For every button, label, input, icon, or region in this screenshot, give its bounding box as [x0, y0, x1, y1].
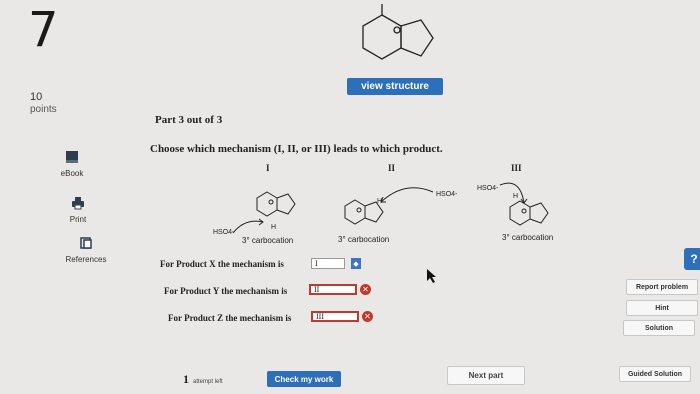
reagent-label: HSO4-: [436, 191, 458, 198]
h-label: H: [513, 193, 519, 200]
five-ring: [276, 193, 296, 215]
question-number: 7: [28, 2, 59, 58]
references-icon: [80, 237, 92, 249]
help-button[interactable]: ?: [684, 248, 700, 270]
carbocation-label: 3° carbocation: [242, 236, 294, 245]
curved-arrow: [499, 182, 525, 204]
cursor-icon: [427, 269, 436, 283]
positive-charge-icon: [521, 208, 527, 214]
next-part-button[interactable]: Next part: [447, 366, 525, 385]
positive-charge-icon: [393, 26, 401, 34]
sidebar-item-references[interactable]: References: [56, 236, 116, 264]
solution-button[interactable]: Solution: [623, 320, 695, 336]
answer-label-z: For Product Z the mechanism is: [168, 313, 292, 323]
report-problem-button[interactable]: Report problem: [626, 279, 698, 295]
five-ring: [364, 201, 384, 223]
sidebar-item-label: Print: [69, 215, 87, 224]
answer-row-x: I ◆: [311, 258, 361, 269]
positive-charge-icon: [268, 199, 274, 205]
h-label: H: [377, 198, 383, 205]
six-ring: [509, 200, 531, 226]
incorrect-icon: ✕: [360, 284, 371, 295]
printer-icon: [72, 197, 84, 210]
carbocation-label: 3° carbocation: [338, 235, 390, 244]
check-my-work-button[interactable]: Check my work: [267, 371, 341, 387]
curved-arrow: [232, 220, 264, 234]
six-ring: [256, 191, 278, 217]
h-label: H: [271, 224, 277, 231]
mechanism-label-i: I: [266, 163, 270, 173]
points-value: 10: [30, 91, 43, 103]
reagent-label: HSO4-: [477, 185, 499, 192]
sidebar-item-label: References: [65, 255, 107, 264]
sidebar-item-ebook[interactable]: eBook: [42, 150, 102, 178]
select-spinner-icon[interactable]: ◆: [351, 258, 361, 269]
curved-arrow: [380, 187, 434, 203]
part-label: Part 3 out of 3: [155, 114, 223, 126]
attempts-label: attempt left: [193, 379, 223, 385]
six-ring: [344, 199, 366, 225]
hint-button[interactable]: Hint: [626, 300, 698, 316]
mechanism-iii-drawing: [499, 182, 549, 226]
attempts-count: 1: [183, 372, 189, 386]
question-text: Choose which mechanism (I, II, or III) l…: [150, 143, 443, 155]
answer-label-x: For Product X the mechanism is: [160, 259, 284, 269]
six-ring: [362, 14, 402, 60]
incorrect-icon: ✕: [362, 311, 373, 322]
mechanism-select-x[interactable]: I: [311, 258, 345, 269]
mechanism-label-ii: II: [388, 163, 396, 173]
mechanism-ii-drawing: [344, 187, 434, 225]
positive-charge-icon: [356, 207, 362, 213]
sidebar-item-label: eBook: [60, 169, 84, 178]
top-structure-drawing: [362, 4, 434, 60]
points-label: points: [30, 104, 57, 115]
mechanism-i-drawing: [232, 191, 296, 234]
guided-solution-button[interactable]: Guided Solution: [619, 366, 691, 382]
mechanism-select-z[interactable]: III: [311, 311, 359, 322]
sidebar-item-print[interactable]: Print: [48, 196, 108, 224]
five-ring: [529, 202, 549, 224]
book-icon: [66, 151, 78, 163]
mechanism-label-iii: III: [511, 163, 522, 173]
mechanism-select-y[interactable]: II: [309, 284, 357, 295]
view-structure-button[interactable]: view structure: [347, 78, 443, 95]
five-ring: [400, 19, 434, 57]
reagent-label: HSO4-: [213, 229, 235, 236]
answer-label-y: For Product Y the mechanism is: [164, 286, 288, 296]
carbocation-label: 3° carbocation: [502, 233, 554, 242]
answer-row-y: II ✕: [309, 284, 371, 295]
answer-row-z: III ✕: [311, 311, 373, 322]
attempts-counter: 1 attempt left: [183, 372, 223, 387]
